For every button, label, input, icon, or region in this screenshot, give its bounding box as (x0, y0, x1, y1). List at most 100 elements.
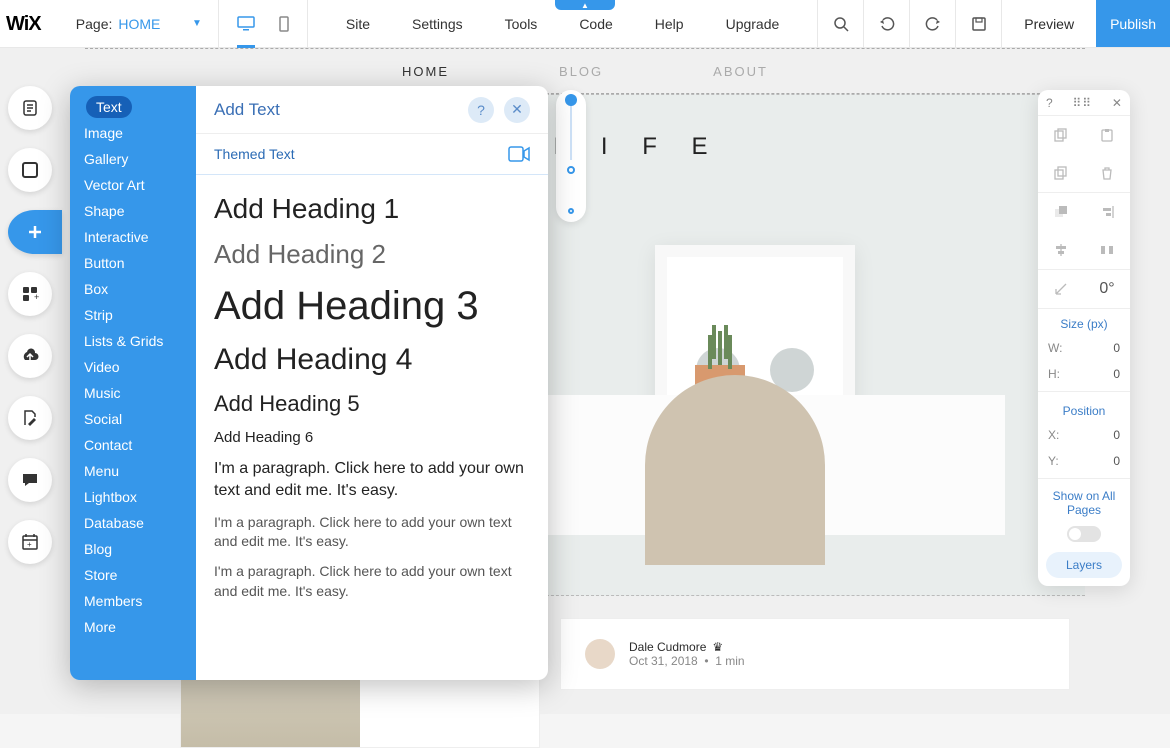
cat-store[interactable]: Store (70, 562, 196, 588)
cat-gallery[interactable]: Gallery (70, 146, 196, 172)
chevron-down-icon: ▼ (192, 18, 202, 29)
cat-strip[interactable]: Strip (70, 302, 196, 328)
layers-button[interactable]: Layers (1046, 552, 1122, 578)
chat-button[interactable] (8, 458, 52, 502)
cat-social[interactable]: Social (70, 406, 196, 432)
menu-tools[interactable]: Tools (505, 16, 538, 32)
blog-manager-button[interactable] (8, 396, 52, 440)
delete-icon[interactable] (1084, 154, 1130, 192)
sample-h4[interactable]: Add Heading 4 (214, 343, 530, 377)
distribute-icon[interactable] (1084, 231, 1130, 269)
cat-image[interactable]: Image (70, 120, 196, 146)
cat-vector-art[interactable]: Vector Art (70, 172, 196, 198)
cat-text[interactable]: Text (86, 96, 132, 118)
sample-h6[interactable]: Add Heading 6 (214, 429, 530, 446)
top-handle[interactable]: ▲ (555, 0, 615, 10)
sample-p2[interactable]: I'm a paragraph. Click here to add your … (214, 513, 530, 552)
search-icon[interactable] (817, 0, 863, 47)
add-panel-header: Add Text ? ✕ (196, 86, 548, 134)
sample-h3[interactable]: Add Heading 3 (214, 284, 530, 329)
nav-blog[interactable]: BLOG (559, 64, 603, 79)
undo-icon[interactable] (863, 0, 909, 47)
cat-lists-grids[interactable]: Lists & Grids (70, 328, 196, 354)
cat-box[interactable]: Box (70, 276, 196, 302)
save-icon[interactable] (955, 0, 1001, 47)
cat-video[interactable]: Video (70, 354, 196, 380)
zoom-stop-min[interactable] (568, 208, 574, 214)
props-help-icon[interactable]: ? (1046, 96, 1053, 110)
align-right-icon[interactable] (1084, 193, 1130, 231)
preview-button[interactable]: Preview (1001, 0, 1096, 47)
paste-icon[interactable] (1084, 116, 1130, 154)
menu-code[interactable]: Code (579, 16, 612, 32)
sample-h1[interactable]: Add Heading 1 (214, 193, 530, 225)
layers-label: Layers (1066, 558, 1102, 572)
sample-p3[interactable]: I'm a paragraph. Click here to add your … (214, 562, 530, 601)
redo-icon[interactable] (909, 0, 955, 47)
page-name: HOME (118, 16, 160, 32)
drag-handle-icon[interactable]: ⠿⠿ (1073, 96, 1093, 110)
cat-interactive[interactable]: Interactive (70, 224, 196, 250)
zoom-stop-mid[interactable] (567, 166, 575, 174)
apps-button[interactable]: + (8, 272, 52, 316)
show-all-pages-label: Show on All Pages (1038, 483, 1130, 520)
cat-lightbox[interactable]: Lightbox (70, 484, 196, 510)
sample-h2[interactable]: Add Heading 2 (214, 239, 530, 270)
w-label: W: (1048, 341, 1062, 355)
align-center-icon[interactable] (1038, 231, 1084, 269)
wix-logo: WiX (0, 14, 58, 34)
cat-menu[interactable]: Menu (70, 458, 196, 484)
publish-button[interactable]: Publish (1096, 0, 1170, 47)
cat-shape[interactable]: Shape (70, 198, 196, 224)
cat-database[interactable]: Database (70, 510, 196, 536)
copy-icon[interactable] (1038, 116, 1084, 154)
menu-upgrade[interactable]: Upgrade (726, 16, 780, 32)
rotate-icon[interactable] (1038, 270, 1084, 308)
bookings-button[interactable]: + (8, 520, 52, 564)
cat-blog[interactable]: Blog (70, 536, 196, 562)
article-card[interactable]: Dale Cudmore ♛ Oct 31, 2018 • 1 min (560, 618, 1070, 690)
cat-more[interactable]: More (70, 614, 196, 640)
video-preview-icon[interactable] (508, 146, 530, 162)
show-all-pages-toggle[interactable] (1067, 526, 1101, 542)
desktop-icon[interactable] (237, 16, 255, 48)
width-row[interactable]: W: 0 (1038, 335, 1130, 361)
left-rail: + + (8, 86, 62, 564)
zoom-slider[interactable] (556, 90, 586, 222)
help-icon[interactable]: ? (468, 97, 494, 123)
publish-label: Publish (1110, 16, 1156, 32)
x-row[interactable]: X:0 (1038, 422, 1130, 448)
device-toggle (219, 0, 308, 47)
props-close-icon[interactable]: ✕ (1112, 96, 1122, 110)
pages-button[interactable] (8, 86, 52, 130)
menu-site[interactable]: Site (346, 16, 370, 32)
cat-button[interactable]: Button (70, 250, 196, 276)
uploads-button[interactable] (8, 334, 52, 378)
svg-text:+: + (34, 292, 39, 302)
themed-text-row[interactable]: Themed Text (196, 134, 548, 175)
duplicate-icon[interactable] (1038, 154, 1084, 192)
nav-about[interactable]: ABOUT (713, 64, 768, 79)
cat-members[interactable]: Members (70, 588, 196, 614)
close-icon[interactable]: ✕ (504, 97, 530, 123)
cat-contact[interactable]: Contact (70, 432, 196, 458)
zoom-track[interactable] (570, 98, 572, 160)
nav-home[interactable]: HOME (402, 64, 449, 79)
sample-h5[interactable]: Add Heading 5 (214, 391, 530, 417)
page-selector[interactable]: Page: HOME ▼ (58, 0, 219, 47)
zoom-knob[interactable] (565, 94, 577, 106)
w-value: 0 (1113, 341, 1120, 355)
y-row[interactable]: Y:0 (1038, 448, 1130, 474)
background-button[interactable] (8, 148, 52, 192)
rotation-value[interactable]: 0° (1084, 270, 1130, 308)
menu-settings[interactable]: Settings (412, 16, 463, 32)
mobile-icon[interactable] (279, 16, 289, 32)
height-row[interactable]: H:0 (1038, 361, 1130, 387)
position-label: Position (1038, 396, 1130, 422)
cat-music[interactable]: Music (70, 380, 196, 406)
add-button[interactable] (8, 210, 62, 254)
h-value: 0 (1113, 367, 1120, 381)
bring-forward-icon[interactable] (1038, 193, 1084, 231)
sample-p1[interactable]: I'm a paragraph. Click here to add your … (214, 458, 530, 503)
menu-help[interactable]: Help (655, 16, 684, 32)
